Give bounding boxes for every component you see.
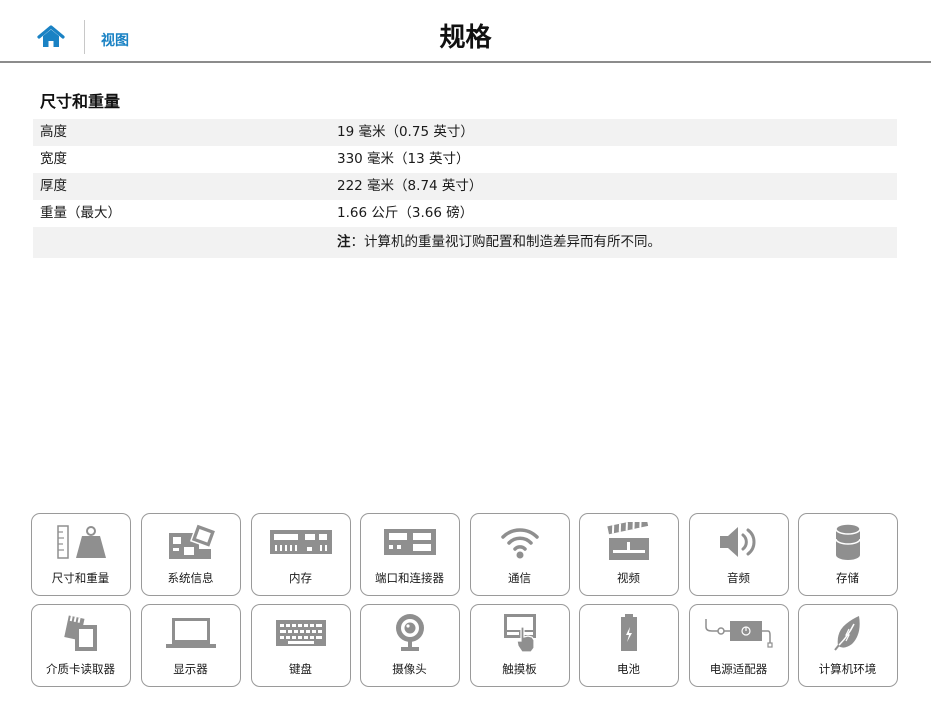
spec-label: 宽度 bbox=[40, 151, 67, 167]
section-title: 尺寸和重量 bbox=[40, 92, 121, 111]
tile-computer-environment[interactable]: 计算机环境 bbox=[798, 604, 898, 687]
tile-label: 通信 bbox=[508, 571, 531, 585]
spec-value: 330 毫米（13 英寸） bbox=[337, 151, 470, 167]
leaf-icon bbox=[799, 611, 896, 655]
tile-communications[interactable]: 通信 bbox=[470, 513, 570, 596]
spec-label: 高度 bbox=[40, 124, 67, 140]
tile-system-info[interactable]: 系统信息 bbox=[141, 513, 241, 596]
tile-label: 介质卡读取器 bbox=[46, 662, 115, 676]
speaker-icon bbox=[690, 520, 787, 564]
tile-touchpad[interactable]: 触摸板 bbox=[470, 604, 570, 687]
laptop-display-icon bbox=[142, 611, 239, 655]
chipset-icon bbox=[142, 520, 239, 564]
keyboard-icon bbox=[252, 611, 349, 655]
port-connector-icon bbox=[361, 520, 458, 564]
clapperboard-icon bbox=[580, 520, 677, 564]
tile-audio[interactable]: 音频 bbox=[689, 513, 789, 596]
tile-media-card-reader[interactable]: 介质卡读取器 bbox=[31, 604, 131, 687]
spec-value: 222 毫米（8.74 英寸） bbox=[337, 178, 483, 194]
note-prefix: 注 bbox=[337, 234, 351, 250]
tile-label: 触摸板 bbox=[502, 662, 537, 676]
tile-ports-connectors[interactable]: 端口和连接器 bbox=[360, 513, 460, 596]
tile-camera[interactable]: 摄像头 bbox=[360, 604, 460, 687]
tile-label: 显示器 bbox=[173, 662, 208, 676]
scale-weight-icon bbox=[32, 520, 129, 564]
tile-label: 计算机环境 bbox=[818, 662, 877, 676]
spec-row-weight: 重量（最大） 1.66 公斤（3.66 磅） bbox=[33, 200, 897, 227]
tile-label: 尺寸和重量 bbox=[51, 571, 110, 585]
tile-display[interactable]: 显示器 bbox=[141, 604, 241, 687]
tile-video[interactable]: 视频 bbox=[579, 513, 679, 596]
tile-label: 系统信息 bbox=[167, 571, 214, 585]
spec-value: 19 毫米（0.75 英寸） bbox=[337, 124, 474, 140]
spec-value: 1.66 公斤（3.66 磅） bbox=[337, 205, 474, 221]
webcam-icon bbox=[361, 611, 458, 655]
note-body: ：计算机的重量视订购配置和制造差异而有所不同。 bbox=[350, 234, 662, 250]
tile-label: 键盘 bbox=[289, 662, 312, 676]
spec-row-note: 注：计算机的重量视订购配置和制造差异而有所不同。 bbox=[33, 227, 897, 258]
tile-label: 电源适配器 bbox=[709, 662, 768, 676]
tile-label: 电池 bbox=[617, 662, 640, 676]
spec-label: 重量（最大） bbox=[40, 205, 121, 221]
power-adapter-icon bbox=[690, 611, 787, 655]
spec-label: 厚度 bbox=[40, 178, 67, 194]
tile-keyboard[interactable]: 键盘 bbox=[251, 604, 351, 687]
tile-label: 视频 bbox=[617, 571, 640, 585]
page-title: 规格 bbox=[439, 23, 492, 53]
tile-memory[interactable]: 内存 bbox=[251, 513, 351, 596]
tile-label: 音频 bbox=[727, 571, 750, 585]
memory-module-icon bbox=[252, 520, 349, 564]
tile-dimensions-weight[interactable]: 尺寸和重量 bbox=[31, 513, 131, 596]
spec-row-depth: 厚度 222 毫米（8.74 英寸） bbox=[33, 173, 897, 200]
spec-table: 高度 19 毫米（0.75 英寸） 宽度 330 毫米（13 英寸） 厚度 22… bbox=[33, 119, 897, 258]
wifi-icon bbox=[471, 520, 568, 564]
header-bar: 视图 规格 bbox=[0, 0, 931, 63]
tile-battery[interactable]: 电池 bbox=[579, 604, 679, 687]
tile-label: 端口和连接器 bbox=[375, 571, 444, 585]
tile-label: 内存 bbox=[289, 571, 312, 585]
spec-row-height: 高度 19 毫米（0.75 英寸） bbox=[33, 119, 897, 146]
battery-icon bbox=[580, 611, 677, 655]
tile-storage[interactable]: 存储 bbox=[798, 513, 898, 596]
touchpad-icon bbox=[471, 611, 568, 655]
tile-label: 存储 bbox=[836, 571, 859, 585]
tile-power-adapter[interactable]: 电源适配器 bbox=[689, 604, 789, 687]
note-text: 注：计算机的重量视订购配置和制造差异而有所不同。 bbox=[337, 227, 661, 258]
spec-row-width: 宽度 330 毫米（13 英寸） bbox=[33, 146, 897, 173]
storage-cylinder-icon bbox=[799, 520, 896, 564]
tile-label: 摄像头 bbox=[392, 662, 427, 676]
media-card-icon bbox=[32, 611, 129, 655]
